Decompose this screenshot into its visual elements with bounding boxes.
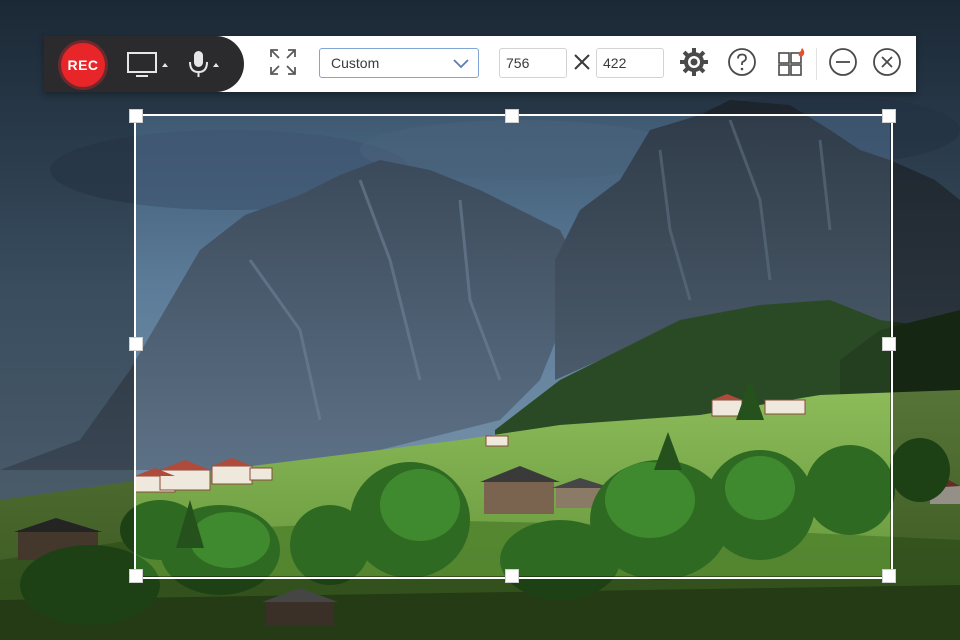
height-value: 422 xyxy=(603,55,627,71)
minimize-button[interactable] xyxy=(827,46,859,83)
handle-top-right[interactable] xyxy=(882,109,896,123)
caret-up-icon xyxy=(213,63,219,67)
handle-top-left[interactable] xyxy=(129,109,143,123)
record-panel: REC xyxy=(44,36,244,92)
handle-middle-right[interactable] xyxy=(882,337,896,351)
microphone-select[interactable] xyxy=(186,48,220,80)
microphone-icon xyxy=(186,49,212,79)
display-select[interactable] xyxy=(126,48,170,80)
chevron-down-icon xyxy=(452,55,470,76)
capture-region[interactable] xyxy=(135,115,890,576)
times-icon xyxy=(571,51,593,73)
grid-icon xyxy=(776,46,808,83)
handle-bottom-right[interactable] xyxy=(882,569,896,583)
fullscreen-button[interactable] xyxy=(267,48,299,80)
handle-top-middle[interactable] xyxy=(505,109,519,123)
toolbar-divider xyxy=(816,48,817,80)
height-input[interactable]: 422 xyxy=(596,48,664,78)
minimize-icon xyxy=(827,46,859,83)
handle-middle-left[interactable] xyxy=(129,337,143,351)
close-icon xyxy=(871,46,903,83)
expand-arrows-icon xyxy=(268,47,298,82)
preset-value: Custom xyxy=(331,55,380,71)
rec-button[interactable]: REC xyxy=(61,43,105,87)
caret-up-icon xyxy=(162,63,168,67)
handle-bottom-middle[interactable] xyxy=(505,569,519,583)
recorder-toolbar: REC Custom 756 422 xyxy=(44,36,916,92)
gear-icon xyxy=(678,46,710,83)
region-preset-select[interactable]: Custom xyxy=(319,48,479,78)
close-button[interactable] xyxy=(871,46,903,83)
settings-button[interactable] xyxy=(678,46,710,83)
width-value: 756 xyxy=(506,55,530,71)
monitor-icon xyxy=(126,49,160,79)
width-input[interactable]: 756 xyxy=(499,48,567,78)
toolbox-button[interactable] xyxy=(776,46,808,83)
handle-bottom-left[interactable] xyxy=(129,569,143,583)
question-icon xyxy=(726,46,758,83)
help-button[interactable] xyxy=(726,46,758,83)
